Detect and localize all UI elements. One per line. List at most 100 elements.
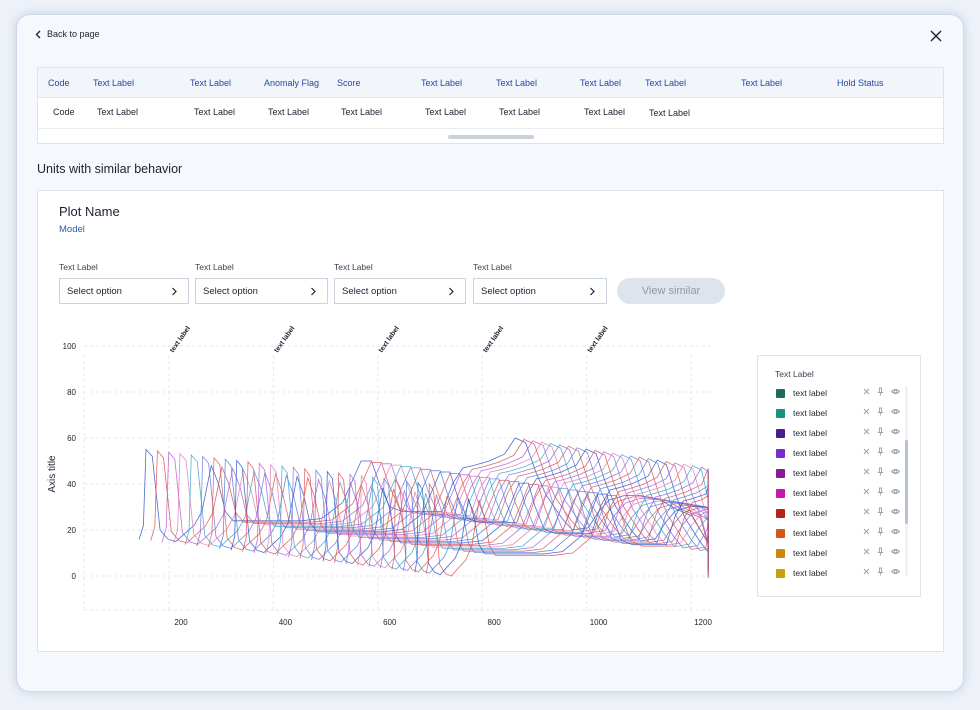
legend-item-actions — [862, 507, 901, 516]
filter-select[interactable]: Select option — [59, 278, 189, 304]
legend-scrollbar[interactable] — [905, 440, 908, 524]
column-header[interactable]: Text Label — [93, 78, 134, 88]
legend-item[interactable]: text label — [776, 446, 901, 460]
eye-icon[interactable] — [890, 447, 901, 456]
remove-icon[interactable] — [862, 507, 871, 516]
x-tick-label: 1200 — [694, 618, 712, 627]
column-header[interactable]: Hold Status — [837, 78, 884, 88]
legend-swatch — [776, 568, 785, 578]
data-table: Code Text Label Text Label Anomaly Flag … — [37, 67, 944, 144]
eye-icon[interactable] — [890, 547, 901, 556]
legend-title: Text Label — [775, 369, 814, 379]
pin-icon[interactable] — [876, 487, 885, 496]
pin-icon[interactable] — [876, 567, 885, 576]
legend-item-actions — [862, 387, 901, 396]
row-divider — [38, 128, 943, 129]
filter-select-value: Select option — [203, 285, 258, 297]
column-header[interactable]: Text Label — [580, 78, 621, 88]
table-header: Code Text Label Text Label Anomaly Flag … — [38, 68, 943, 98]
legend-item[interactable]: text label — [776, 526, 901, 540]
line-chart: 0 20 40 60 80 100 200 400 600 800 1000 1200 Axis tit… — [47, 325, 714, 627]
pin-icon[interactable] — [876, 547, 885, 556]
column-header[interactable]: Code — [48, 78, 70, 88]
filter-label: Text Label — [195, 262, 234, 272]
pin-icon[interactable] — [876, 447, 885, 456]
column-header[interactable]: Anomaly Flag — [264, 78, 319, 88]
chevron-right-icon — [449, 287, 454, 296]
x-tick-label: 200 — [174, 618, 188, 627]
chevron-right-icon — [172, 287, 177, 296]
column-header[interactable]: Text Label — [190, 78, 231, 88]
legend-item[interactable]: text label — [776, 566, 901, 580]
legend-item[interactable]: text label — [776, 466, 901, 480]
eye-icon[interactable] — [890, 507, 901, 516]
column-header[interactable]: Text Label — [496, 78, 537, 88]
chevron-right-icon — [311, 287, 316, 296]
legend-item[interactable]: text label — [776, 486, 901, 500]
table-cell: Text Label — [649, 108, 691, 118]
eye-icon[interactable] — [890, 427, 901, 436]
top-annotation-label: text label — [273, 325, 296, 354]
pin-icon[interactable] — [876, 407, 885, 416]
top-annotation-label: text label — [378, 325, 401, 354]
legend-item-label: text label — [793, 548, 828, 558]
legend-item-actions — [862, 527, 901, 536]
legend-item-label: text label — [793, 388, 828, 398]
filter-select-value: Select option — [481, 285, 536, 297]
filter-select[interactable]: Select option — [195, 278, 328, 304]
column-header[interactable]: Score — [337, 78, 361, 88]
legend-item[interactable]: text label — [776, 506, 901, 520]
remove-icon[interactable] — [862, 387, 871, 396]
remove-icon[interactable] — [862, 547, 871, 556]
filter-select[interactable]: Select option — [334, 278, 466, 304]
legend-item-label: text label — [793, 488, 828, 498]
eye-icon[interactable] — [890, 487, 901, 496]
pin-icon[interactable] — [876, 527, 885, 536]
eye-icon[interactable] — [890, 527, 901, 536]
back-link[interactable]: Back to page — [35, 29, 100, 39]
remove-icon[interactable] — [862, 487, 871, 496]
legend-item[interactable]: text label — [776, 406, 901, 420]
y-tick-label: 60 — [67, 434, 76, 443]
eye-icon[interactable] — [890, 387, 901, 396]
remove-icon[interactable] — [862, 567, 871, 576]
legend-item[interactable]: text label — [776, 386, 901, 400]
table-cell: Code — [53, 107, 75, 117]
x-tick-label: 800 — [488, 618, 502, 627]
eye-icon[interactable] — [890, 467, 901, 476]
filter-select[interactable]: Select option — [473, 278, 607, 304]
legend-item-actions — [862, 447, 901, 456]
legend-swatch — [776, 528, 785, 538]
pin-icon[interactable] — [876, 427, 885, 436]
y-tick-label: 40 — [67, 480, 76, 489]
column-header[interactable]: Text Label — [421, 78, 462, 88]
remove-icon[interactable] — [862, 427, 871, 436]
view-similar-button[interactable]: View similar — [617, 278, 725, 304]
legend-item-actions — [862, 467, 901, 476]
column-header[interactable]: Text Label — [645, 78, 686, 88]
pin-icon[interactable] — [876, 467, 885, 476]
legend-item[interactable]: text label — [776, 426, 901, 440]
remove-icon[interactable] — [862, 407, 871, 416]
horizontal-scrollbar[interactable] — [448, 135, 534, 139]
x-tick-label: 1000 — [590, 618, 608, 627]
top-annotation-label: text label — [169, 325, 192, 354]
remove-icon[interactable] — [862, 447, 871, 456]
remove-icon[interactable] — [862, 527, 871, 536]
back-link-label: Back to page — [47, 29, 100, 39]
table-cell: Text Label — [341, 107, 383, 117]
eye-icon[interactable] — [890, 567, 901, 576]
legend-item[interactable]: text label — [776, 546, 901, 560]
close-icon[interactable] — [929, 29, 943, 43]
x-tick-label: 400 — [279, 618, 293, 627]
pin-icon[interactable] — [876, 387, 885, 396]
filter-label: Text Label — [59, 262, 98, 272]
pin-icon[interactable] — [876, 507, 885, 516]
legend-item-actions — [862, 547, 901, 556]
top-annotation-label: text label — [587, 325, 610, 354]
remove-icon[interactable] — [862, 467, 871, 476]
column-header[interactable]: Text Label — [741, 78, 782, 88]
legend-item-label: text label — [793, 448, 828, 458]
chevron-right-icon — [590, 287, 595, 296]
eye-icon[interactable] — [890, 407, 901, 416]
